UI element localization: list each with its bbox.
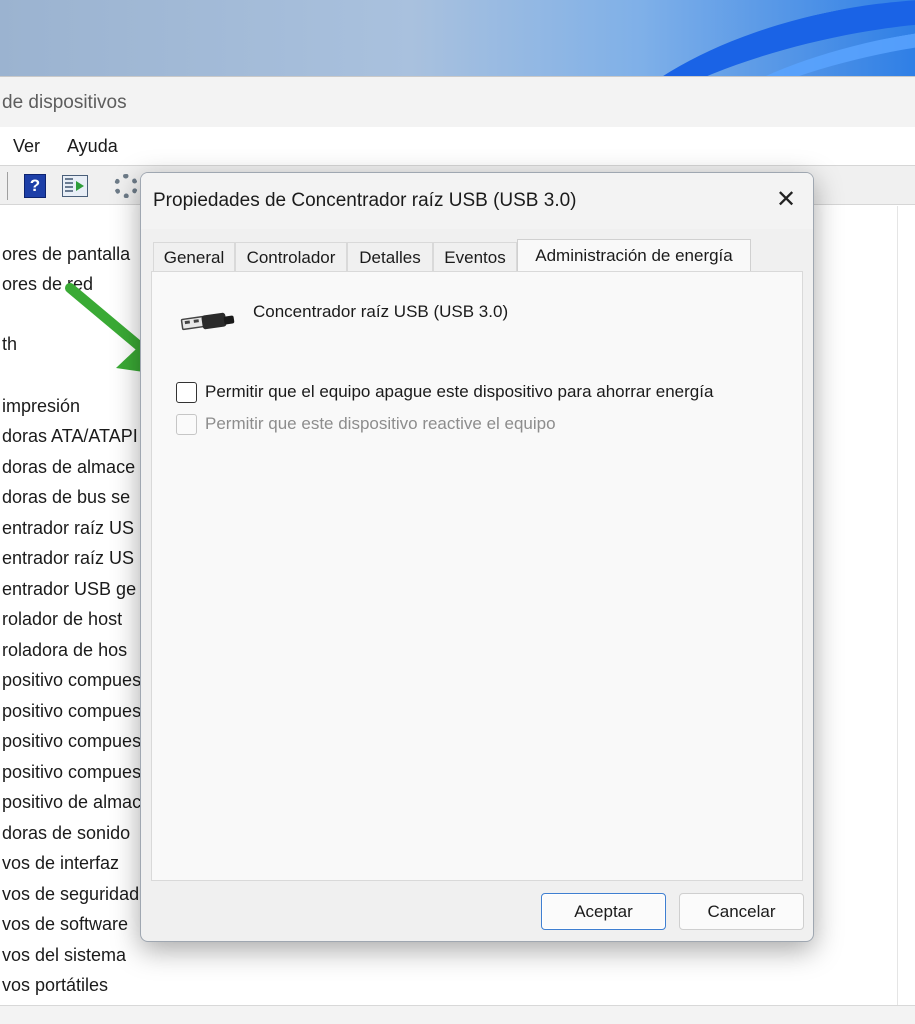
allow-power-off-checkbox[interactable] xyxy=(176,382,197,403)
menu-ayuda[interactable]: Ayuda xyxy=(67,136,118,157)
tree-item[interactable]: doras de bus se xyxy=(2,487,130,508)
window-title: de dispositivos xyxy=(2,92,127,113)
desktop-wallpaper xyxy=(0,0,915,76)
tree-item[interactable]: entrador USB ge xyxy=(2,579,136,600)
vertical-scrollbar[interactable] xyxy=(897,206,915,1006)
tab-general[interactable]: General xyxy=(153,242,235,272)
allow-power-off-label[interactable]: Permitir que el equipo apague este dispo… xyxy=(205,382,713,402)
tree-item[interactable]: doras de almace xyxy=(2,457,135,478)
tree-item[interactable]: positivo compues xyxy=(2,731,141,752)
scan-hardware-icon[interactable] xyxy=(114,174,138,198)
tree-item[interactable]: impresión xyxy=(2,396,80,417)
tab-panel: Concentrador raíz USB (USB 3.0) Permitir… xyxy=(151,271,803,881)
menu-ver[interactable]: Ver xyxy=(13,136,40,157)
tree-item[interactable]: ores de pantalla xyxy=(2,244,130,265)
toolbar-separator xyxy=(7,172,8,200)
tree-item[interactable]: vos de seguridad xyxy=(2,884,139,905)
tree-item[interactable]: positivo compues xyxy=(2,670,141,691)
properties-panel-icon[interactable] xyxy=(62,175,88,197)
window-titlebar: de dispositivos xyxy=(0,77,915,127)
allow-wake-checkbox xyxy=(176,414,197,435)
ok-button[interactable]: Aceptar xyxy=(541,893,666,930)
tree-item[interactable]: vos portátiles xyxy=(2,975,108,996)
allow-wake-label: Permitir que este dispositivo reactive e… xyxy=(205,414,556,433)
tree-item[interactable]: positivo compues xyxy=(2,762,141,783)
tree-item[interactable]: doras de sonido xyxy=(2,823,130,844)
tree-item[interactable]: entrador raíz US xyxy=(2,548,134,569)
tree-item[interactable]: vos del sistema xyxy=(2,945,126,966)
properties-dialog: Propiedades de Concentrador raíz USB (US… xyxy=(140,172,814,942)
tree-item[interactable]: rolador de host xyxy=(2,609,122,630)
tab-controlador[interactable]: Controlador xyxy=(235,242,347,272)
cancel-button[interactable]: Cancelar xyxy=(679,893,804,930)
device-name: Concentrador raíz USB (USB 3.0) xyxy=(253,302,509,321)
menu-bar: Ver Ayuda xyxy=(0,127,915,165)
help-icon[interactable]: ? xyxy=(24,174,46,198)
tab-detalles[interactable]: Detalles xyxy=(347,242,433,272)
dialog-title: Propiedades de Concentrador raíz USB (US… xyxy=(153,190,577,211)
tab-administracion-energia[interactable]: Administración de energía xyxy=(517,239,751,273)
tab-eventos[interactable]: Eventos xyxy=(433,242,517,272)
tree-item[interactable]: positivo compues xyxy=(2,701,141,722)
tree-item[interactable]: positivo de almac xyxy=(2,792,141,813)
tree-item[interactable]: vos de interfaz xyxy=(2,853,119,874)
dialog-titlebar: Propiedades de Concentrador raíz USB (US… xyxy=(141,173,813,229)
usb-plug-icon xyxy=(180,312,235,331)
close-button[interactable]: ✕ xyxy=(761,181,811,221)
tree-item[interactable]: doras ATA/ATAPI xyxy=(2,426,138,447)
tree-item[interactable]: vos de software xyxy=(2,914,128,935)
status-bar xyxy=(0,1005,915,1024)
tree-item[interactable]: entrador raíz US xyxy=(2,518,134,539)
tree-item[interactable]: roladora de hos xyxy=(2,640,127,661)
tree-item[interactable]: th xyxy=(2,334,17,355)
